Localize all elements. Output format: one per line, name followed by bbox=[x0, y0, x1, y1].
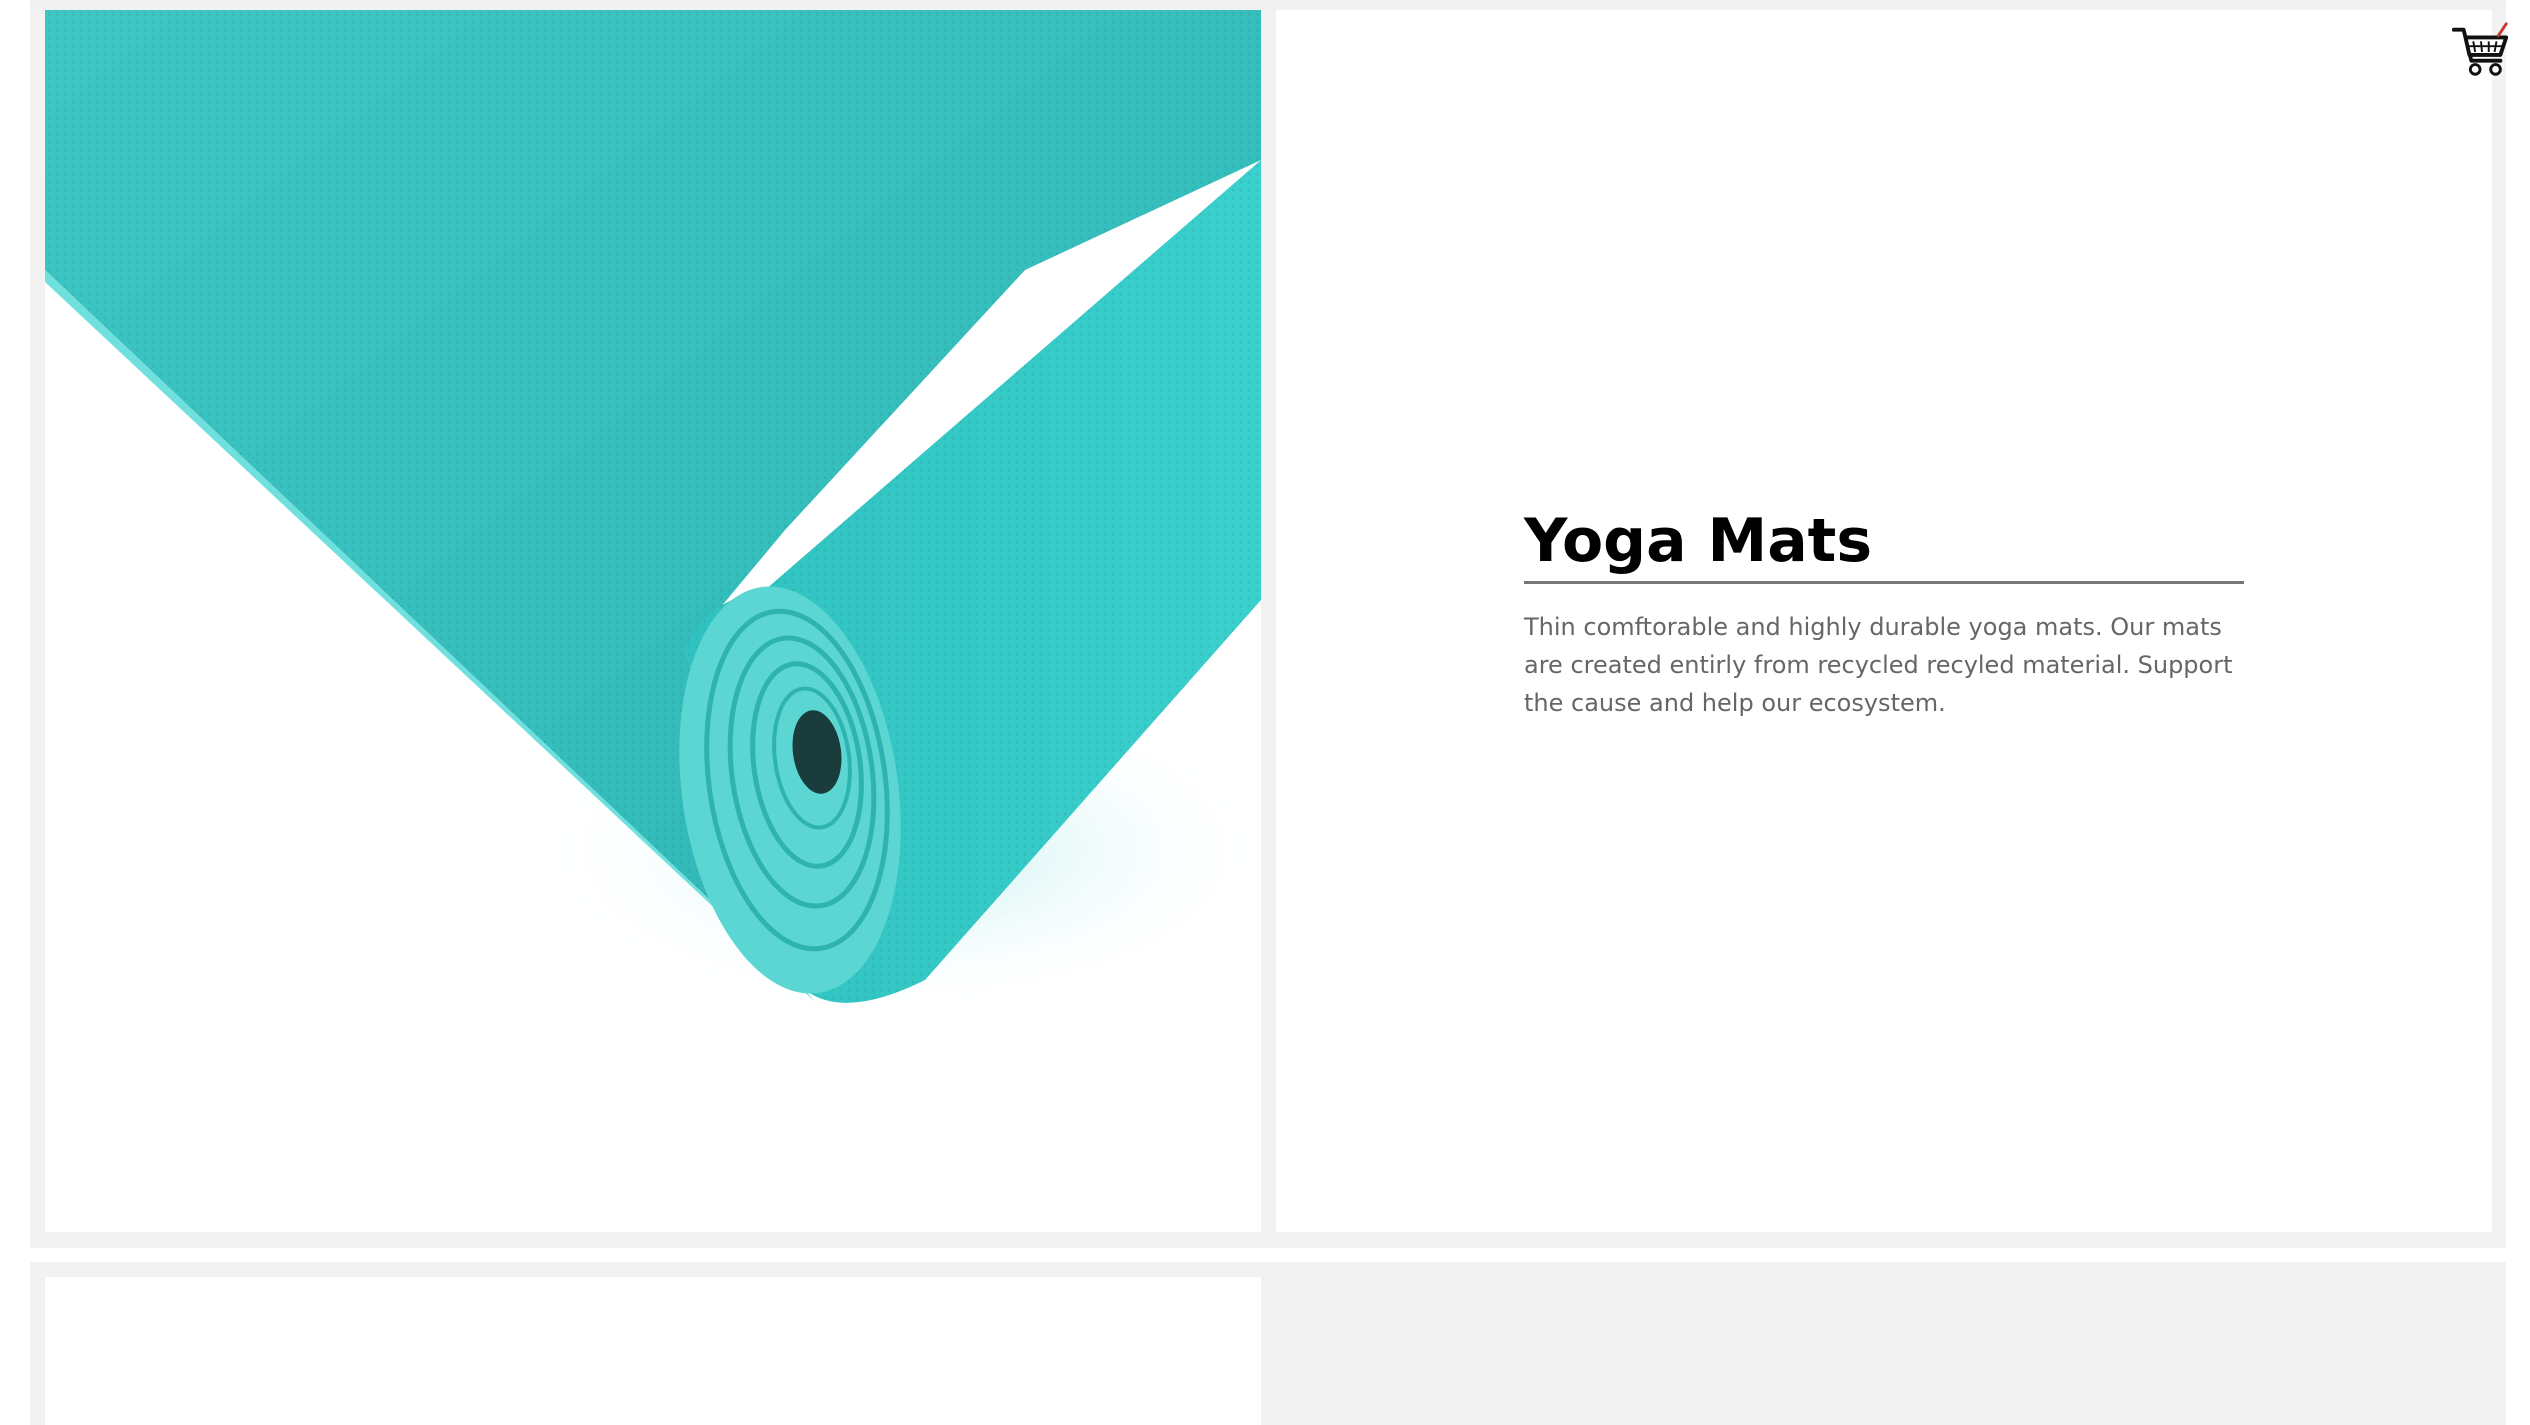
cart-glyph bbox=[2451, 22, 2509, 76]
product-image-panel bbox=[45, 10, 1261, 1232]
product-row-next bbox=[30, 1262, 2506, 1425]
top-divider bbox=[30, 0, 2506, 8]
shopping-cart-icon[interactable] bbox=[2450, 20, 2512, 82]
product-description: Thin comftorable and highly durable yoga… bbox=[1524, 613, 2233, 717]
yoga-mat-image bbox=[45, 10, 1261, 1232]
next-product-image-panel bbox=[45, 1277, 1261, 1425]
product-title: Yoga Mats bbox=[1524, 505, 2244, 584]
product-info: Yoga Mats Thin comftorable and highly du… bbox=[1524, 505, 2244, 722]
page: Yoga Mats Thin comftorable and highly du… bbox=[0, 0, 2530, 1425]
